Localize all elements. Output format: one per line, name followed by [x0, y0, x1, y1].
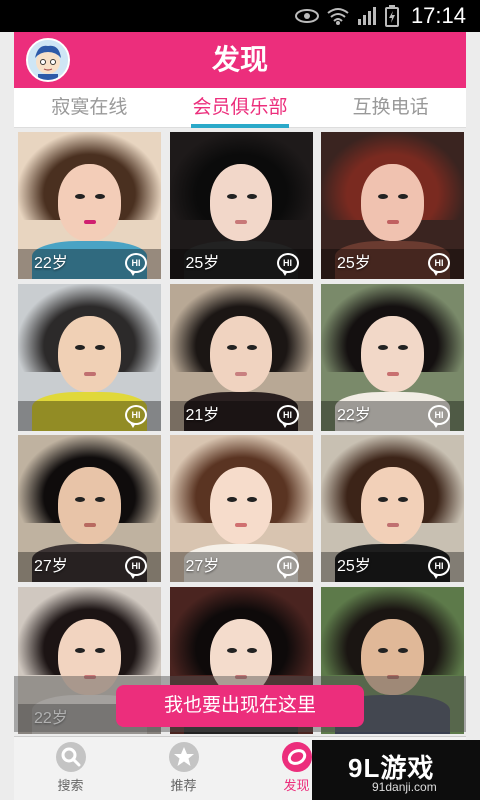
profile-card[interactable]: 25岁 HI [321, 132, 464, 279]
profile-card[interactable]: 22岁 HI [18, 132, 161, 279]
profile-photo-lips [235, 371, 248, 376]
app-header: 发现 [14, 32, 466, 88]
profile-card[interactable]: 21岁 HI [169, 283, 313, 431]
say-hi-icon[interactable]: HI [276, 404, 299, 428]
profile-age: 25岁 [337, 558, 371, 575]
appear-here-button[interactable]: 我也要出现在这里 [116, 685, 364, 727]
profile-photo-eye [226, 496, 237, 502]
profile-photo-eye [226, 193, 237, 199]
say-hi-icon[interactable]: HI [276, 556, 299, 579]
say-hi-icon[interactable]: HI [428, 556, 450, 579]
profile-photo-face [209, 164, 273, 241]
profile-photo-lips [235, 523, 248, 528]
say-hi-icon[interactable]: HI [276, 253, 299, 276]
say-hi-icon[interactable]: HI [125, 253, 147, 276]
profile-photo-lips [83, 523, 96, 528]
profile-photo-eye [75, 496, 86, 502]
wifi-icon [327, 8, 349, 25]
profile-photo-lips [386, 220, 399, 225]
nav-label-search: 搜索 [57, 779, 84, 794]
nav-item-search[interactable]: 搜索 [14, 737, 127, 800]
status-bar: 17:14 [0, 0, 480, 32]
profile-photo-eye [95, 496, 106, 502]
profile-card[interactable]: 25岁 HI [321, 435, 464, 582]
eye-icon [294, 9, 319, 23]
profile-age: 25岁 [337, 255, 371, 272]
profile-age: 27岁 [34, 558, 68, 575]
say-hi-icon[interactable]: HI [428, 404, 450, 428]
signal-icon [357, 7, 376, 25]
profile-photo-eye [246, 193, 257, 199]
tab-exchange-phone[interactable]: 互换电话 [315, 88, 466, 127]
profile-photo-eye [378, 193, 389, 199]
profile-photo-face [209, 315, 273, 393]
profile-photo-face [361, 315, 424, 393]
profile-photo-face [58, 315, 121, 393]
profile-photo-face [209, 467, 273, 544]
star-icon [168, 742, 199, 772]
watermark-url: 91danji.com [372, 780, 437, 794]
profile-photo-face [58, 164, 121, 241]
tab-bar: 寂寞在线 会员俱乐部 互换电话 [14, 88, 466, 128]
say-hi-icon[interactable]: HI [428, 253, 450, 276]
profile-photo-lips [386, 371, 399, 376]
profile-photo-eye [398, 193, 409, 199]
search-icon [55, 742, 86, 772]
profile-card[interactable]: 25岁 HI [169, 132, 313, 279]
tab-member-club[interactable]: 会员俱乐部 [165, 88, 316, 128]
say-hi-icon[interactable]: HI [125, 556, 147, 579]
profile-photo-eye [246, 496, 257, 502]
profile-age: 22岁 [337, 406, 371, 424]
status-icons: 17:14 [294, 0, 466, 32]
profile-age: 22岁 [34, 255, 68, 272]
profile-age: 27岁 [185, 558, 220, 575]
profile-photo-face [361, 467, 424, 544]
profile-age: 25岁 [185, 255, 220, 272]
watermark: 9L游戏 91danji.com [312, 740, 480, 800]
profile-photo-lips [83, 220, 96, 225]
discover-icon [281, 742, 312, 772]
profile-card[interactable]: 27岁 HI [169, 435, 313, 582]
tab-lonely-online[interactable]: 寂寞在线 [14, 88, 165, 127]
nav-label-recommend: 推荐 [170, 779, 197, 794]
profile-photo-lips [235, 220, 248, 225]
profile-card[interactable]: 27岁 HI [18, 435, 161, 582]
profile-photo-lips [386, 523, 399, 528]
battery-charging-icon [384, 5, 399, 27]
status-time: 17:14 [410, 3, 466, 28]
profile-age: 21岁 [185, 406, 220, 424]
profile-photo-eye [75, 193, 86, 199]
profile-photo-face [58, 467, 121, 544]
profile-photo-eye [95, 193, 106, 199]
say-hi-icon[interactable]: HI [125, 404, 147, 428]
profile-grid: 22岁 HI 25岁 HI 25岁 HI HI 21岁 HI 22岁 HI 27岁 HI 27岁 HI 25岁… [18, 132, 464, 736]
profile-photo-lips [83, 371, 96, 376]
nav-item-recommend[interactable]: 推荐 [127, 737, 240, 800]
profile-photo-eye [398, 496, 409, 502]
profile-card[interactable]: 22岁 HI [321, 283, 464, 431]
profile-photo-face [361, 164, 424, 241]
profile-card[interactable]: HI [18, 283, 161, 431]
profile-photo-eye [378, 496, 389, 502]
page-title: 发现 [211, 43, 268, 76]
